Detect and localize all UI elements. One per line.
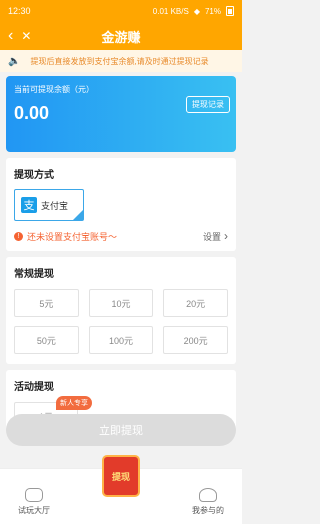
withdraw-record-button[interactable]: 提现记录 bbox=[186, 96, 230, 113]
bottom-tab-bar: 试玩大厅 提现 我参与的 bbox=[0, 455, 242, 524]
amount-option-50[interactable]: 50元 bbox=[14, 326, 79, 354]
close-icon[interactable]: ✕ bbox=[21, 29, 31, 43]
tab-withdraw-label: 提现 bbox=[111, 471, 130, 482]
amount-grid: 5元 10元 20元 50元 100元 200元 bbox=[14, 289, 228, 354]
battery-icon bbox=[226, 6, 234, 16]
gamepad-icon bbox=[25, 488, 43, 502]
warning-text: 还未设置支付宝账号～ bbox=[27, 231, 118, 242]
amount-option-100[interactable]: 100元 bbox=[88, 326, 154, 354]
battery-text: 71% bbox=[204, 6, 221, 16]
activity-title: 活动提现 bbox=[14, 382, 54, 393]
tab-game-hall-label: 试玩大厅 bbox=[18, 506, 50, 515]
account-warning: ! 还未设置支付宝账号～ bbox=[14, 230, 117, 243]
balance-card: 当前可提现余额（元） 0.00 提现记录 bbox=[6, 76, 236, 152]
amount-option-200[interactable]: 200元 bbox=[163, 326, 228, 354]
alipay-label: 支付宝 bbox=[41, 200, 69, 211]
regular-title: 常规提现 bbox=[14, 269, 54, 280]
wifi-icon: ◆ bbox=[193, 6, 200, 16]
user-icon bbox=[199, 488, 217, 502]
new-user-badge: 新人专享 bbox=[56, 396, 92, 410]
back-icon[interactable]: ‹ bbox=[8, 27, 13, 45]
amount-option-5[interactable]: 5元 bbox=[14, 289, 79, 317]
amount-option-10[interactable]: 10元 bbox=[88, 289, 154, 317]
withdraw-now-button[interactable]: 立即提现 bbox=[6, 414, 236, 446]
alipay-icon: 支 bbox=[21, 197, 37, 213]
chevron-right-icon: › bbox=[224, 229, 228, 243]
alipay-option[interactable]: 支 支付宝 bbox=[14, 189, 84, 221]
regular-withdraw-panel: 常规提现 5元 10元 20元 50元 100元 200元 bbox=[6, 257, 236, 364]
speaker-icon: 🔈 bbox=[8, 55, 21, 67]
settings-label: 设置 bbox=[202, 231, 221, 242]
warning-icon: ! bbox=[14, 231, 23, 241]
page-title: 金游赚 bbox=[101, 29, 141, 45]
withdraw-method-panel: 提现方式 支 支付宝 ! 还未设置支付宝账号～ 设置 › bbox=[6, 158, 236, 251]
status-indicators: 0.01 KB/S ◆ 71% bbox=[153, 6, 234, 16]
selected-corner-icon bbox=[73, 210, 83, 220]
notice-text: 提现后直接发放到支付宝余额,请及时通过提现记录 bbox=[30, 56, 209, 66]
method-title: 提现方式 bbox=[14, 170, 54, 181]
tab-game-hall[interactable]: 试玩大厅 bbox=[18, 488, 50, 516]
tab-my-participation[interactable]: 我参与的 bbox=[192, 488, 224, 516]
tab-my-participation-label: 我参与的 bbox=[192, 506, 224, 515]
settings-link[interactable]: 设置 › bbox=[203, 229, 228, 243]
balance-label: 当前可提现余额（元） bbox=[14, 85, 94, 94]
amount-option-20[interactable]: 20元 bbox=[163, 289, 228, 317]
title-bar: ‹ ✕ 金游赚 bbox=[0, 22, 242, 50]
tab-withdraw[interactable]: 提现 bbox=[102, 455, 140, 497]
account-warning-row: ! 还未设置支付宝账号～ 设置 › bbox=[14, 229, 228, 243]
network-speed: 0.01 KB/S bbox=[152, 6, 189, 16]
status-bar: 12:30 0.01 KB/S ◆ 71% bbox=[0, 0, 242, 22]
status-time: 12:30 bbox=[8, 6, 31, 16]
notice-bar: 🔈 提现后直接发放到支付宝余额,请及时通过提现记录 bbox=[0, 50, 242, 72]
